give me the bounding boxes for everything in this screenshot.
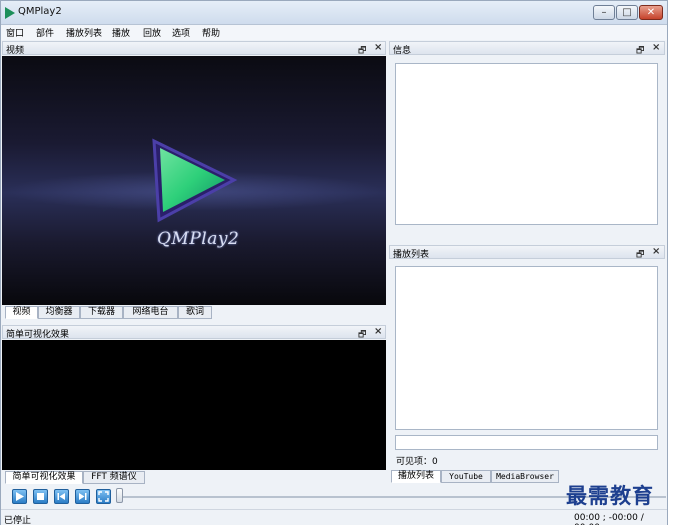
video-dock-header[interactable]: 视频 🗗 × [2, 41, 386, 56]
time-readout: 00:00 ; -00:00 / 00:00 [574, 513, 644, 525]
play-button[interactable] [12, 489, 27, 504]
tab-lyrics[interactable]: 歌词 [178, 306, 212, 319]
title-bar[interactable]: QMPlay2 – □ ✕ [1, 1, 667, 25]
visual-dock-tabs: 简单可视化效果 FFT 频谱仪 [2, 471, 386, 484]
info-dock-title: 信息 [393, 46, 412, 56]
playlist-dock-title: 播放列表 [393, 250, 430, 260]
tab-radio[interactable]: 网络电台 [123, 306, 178, 319]
status-bar: 已停止 00:00 ; -00:00 / 00:00 [1, 509, 667, 525]
menu-help[interactable]: 帮助 [202, 26, 220, 39]
visible-items-count: 可见项：0 [396, 457, 438, 467]
float-icon[interactable]: 🗗 [636, 247, 644, 263]
main-window: QMPlay2 – □ ✕ 窗口 部件 播放列表 播放 回放 选项 帮助 视频 … [0, 0, 668, 525]
next-button[interactable] [75, 489, 90, 504]
menu-widgets[interactable]: 部件 [36, 26, 54, 39]
minimize-button[interactable]: – [593, 5, 615, 20]
close-icon[interactable]: × [652, 42, 660, 53]
menu-playback[interactable]: 回放 [143, 26, 161, 39]
float-icon[interactable]: 🗗 [636, 43, 644, 59]
play-icon [16, 492, 24, 501]
maximize-button[interactable]: □ [616, 5, 638, 20]
visual-dock-title: 简单可视化效果 [6, 330, 70, 340]
playback-state: 已停止 [4, 516, 32, 525]
menu-window[interactable]: 窗口 [6, 26, 24, 39]
playlist-search-input[interactable] [395, 435, 658, 450]
close-window-button[interactable]: ✕ [639, 5, 663, 20]
menu-bar: 窗口 部件 播放列表 播放 回放 选项 帮助 [1, 25, 667, 40]
stop-icon [37, 493, 44, 500]
menu-play[interactable]: 播放 [112, 26, 130, 39]
minimize-icon: – [601, 7, 607, 18]
tab-youtube[interactable]: YouTube [441, 470, 491, 483]
maximize-icon: □ [622, 7, 632, 18]
skip-forward-icon [79, 493, 87, 500]
stop-button[interactable] [33, 489, 48, 504]
close-icon[interactable]: × [374, 42, 382, 53]
tab-mediabrowser[interactable]: MediaBrowser [491, 470, 559, 483]
playlist-dock-header[interactable]: 播放列表 🗗 × [389, 245, 665, 260]
visual-dock-header[interactable]: 简单可视化效果 🗗 × [2, 325, 386, 340]
info-text-area[interactable] [395, 63, 658, 225]
tab-simple-visualization[interactable]: 简单可视化效果 [5, 471, 83, 484]
fullscreen-button[interactable] [96, 489, 111, 504]
tab-video[interactable]: 视频 [5, 306, 38, 319]
previous-button[interactable] [54, 489, 69, 504]
close-icon: ✕ [646, 7, 656, 18]
visualization-display[interactable] [2, 340, 386, 470]
menu-options[interactable]: 选项 [172, 26, 190, 39]
watermark-logo: 最需教育 [566, 483, 654, 508]
qmplay2-app-icon [5, 7, 15, 19]
qmplay2-logo-icon [152, 138, 238, 223]
menu-playlist[interactable]: 播放列表 [66, 26, 102, 39]
left-dock-tabs: 视频 均衡器 下载器 网络电台 歌词 [2, 306, 386, 319]
seek-slider-handle[interactable] [116, 488, 123, 503]
qmplay2-logo-text: QMPlay2 [157, 229, 240, 249]
tab-fft-spectrum[interactable]: FFT 频谱仪 [83, 471, 145, 484]
window-title: QMPlay2 [18, 6, 62, 17]
tab-downloader[interactable]: 下载器 [80, 306, 123, 319]
video-dock-title: 视频 [6, 46, 25, 56]
playlist-list[interactable] [395, 266, 658, 430]
skip-back-icon [57, 493, 65, 500]
close-icon[interactable]: × [652, 246, 660, 257]
info-dock-header[interactable]: 信息 🗗 × [389, 41, 665, 56]
close-icon[interactable]: × [374, 326, 382, 337]
fullscreen-icon [98, 491, 109, 502]
tab-equalizer[interactable]: 均衡器 [38, 306, 80, 319]
tab-playlist[interactable]: 播放列表 [391, 470, 441, 483]
